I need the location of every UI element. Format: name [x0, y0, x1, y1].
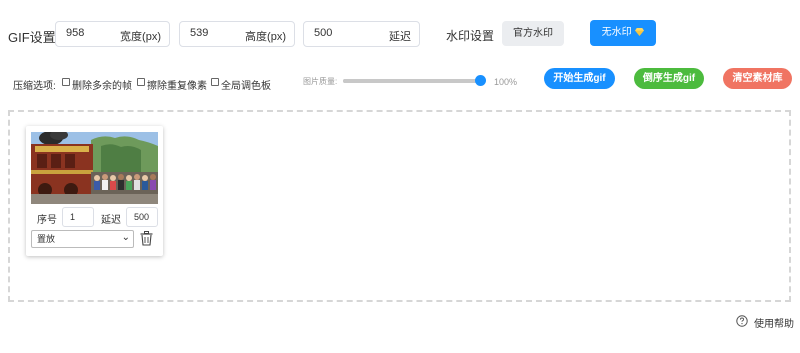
delay-input[interactable]: [314, 27, 374, 39]
help-link[interactable]: 使用帮助: [754, 315, 794, 330]
height-unit-label: 高度(px): [245, 31, 286, 43]
frame-mode-value: 置放: [37, 234, 56, 244]
quality-value: 100%: [494, 77, 518, 87]
height-input[interactable]: [190, 27, 250, 39]
question-circle-icon[interactable]: [736, 315, 748, 327]
clear-library-button[interactable]: 清空素材库: [723, 68, 792, 89]
gif-settings-label: GIF设置:: [8, 30, 60, 45]
quality-label: 图片质量:: [303, 77, 338, 86]
no-watermark-button[interactable]: 无水印: [590, 20, 656, 46]
frame-index-input[interactable]: 1: [62, 207, 94, 227]
remove-frames-label[interactable]: 删除多余的帧: [72, 77, 132, 92]
quality-slider-fill: [343, 79, 480, 83]
width-unit-label: 宽度(px): [120, 31, 161, 43]
official-watermark-button[interactable]: 官方水印: [502, 21, 564, 46]
delay-unit-label: 延迟: [389, 31, 411, 43]
frame-delay-label: 延迟: [101, 215, 121, 226]
compression-label: 压缩选项:: [13, 81, 56, 92]
watermark-label: 水印设置: [446, 29, 495, 43]
frame-mode-select[interactable]: 置放 ⌄: [31, 230, 134, 248]
width-field[interactable]: 宽度(px): [55, 21, 170, 47]
start-generate-button[interactable]: 开始生成gif: [544, 68, 615, 89]
quality-slider-thumb[interactable]: [474, 75, 486, 86]
frame-thumbnail: [31, 132, 158, 204]
delay-field[interactable]: 延迟: [303, 21, 420, 47]
remove-frames-checkbox[interactable]: [62, 78, 70, 86]
no-watermark-label: 无水印: [601, 27, 632, 38]
width-input[interactable]: [66, 27, 126, 39]
gem-icon: [635, 28, 645, 36]
chevron-down-icon: ⌄: [121, 232, 130, 243]
height-field[interactable]: 高度(px): [179, 21, 295, 47]
parade-photo: [31, 132, 158, 204]
erase-pixels-checkbox[interactable]: [137, 78, 145, 86]
trash-icon[interactable]: [140, 231, 153, 246]
frame-index-label: 序号: [37, 215, 57, 226]
frame-card: 序号 1 延迟 500 置放 ⌄: [26, 126, 163, 256]
frame-delay-input[interactable]: 500: [126, 207, 158, 227]
erase-pixels-label[interactable]: 擦除重复像素: [147, 77, 207, 92]
reverse-generate-button[interactable]: 倒序生成gif: [634, 68, 704, 89]
global-palette-checkbox[interactable]: [211, 78, 219, 86]
global-palette-label[interactable]: 全局调色板: [221, 77, 271, 92]
